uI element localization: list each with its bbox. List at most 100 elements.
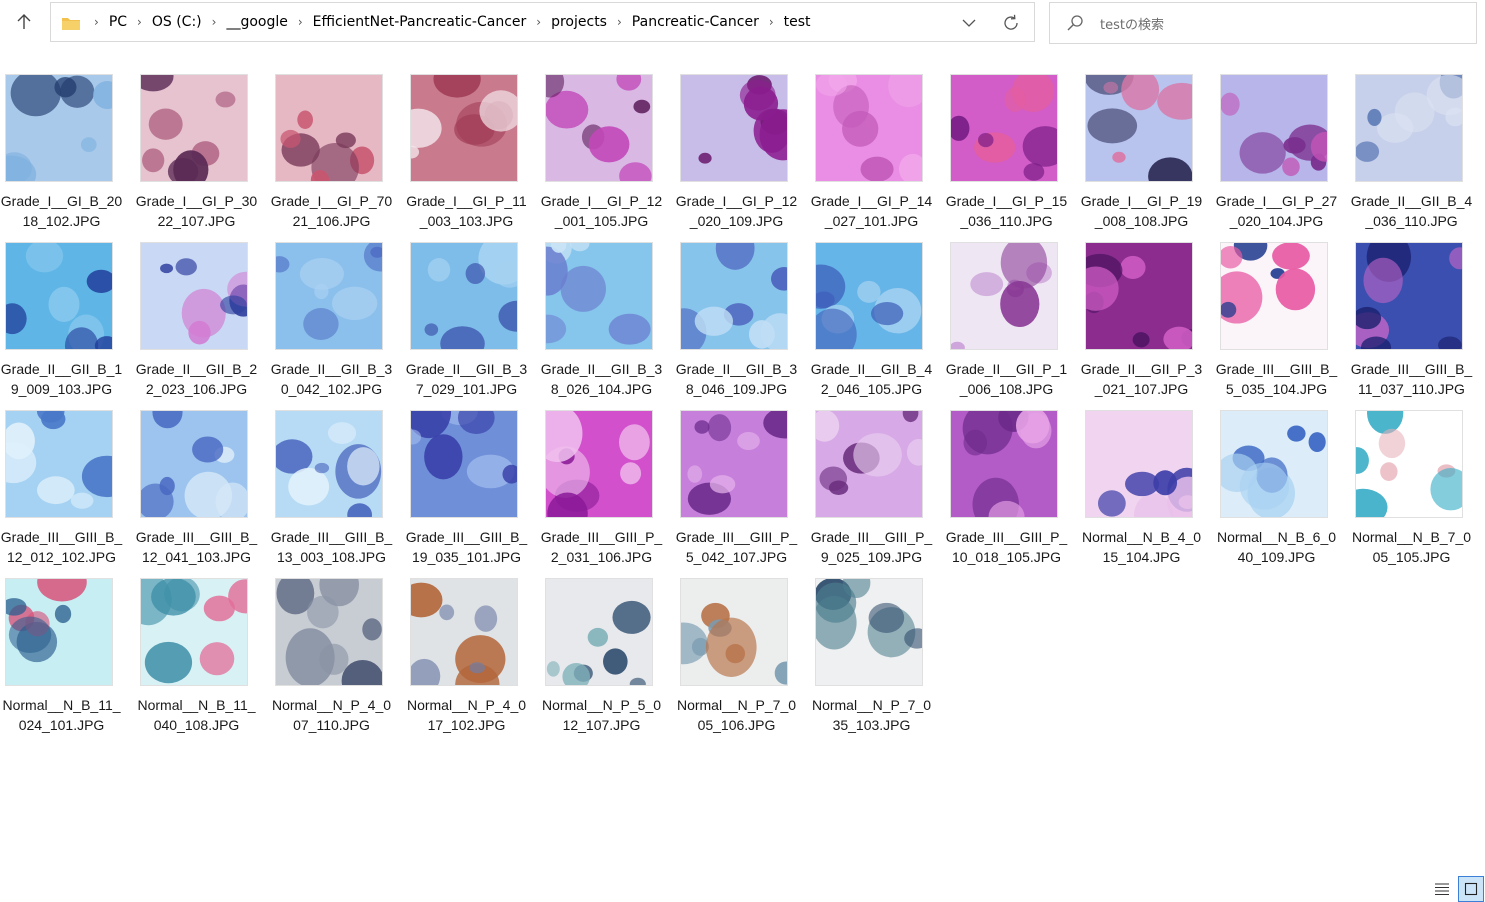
file-item[interactable]: Grade_III__GIII_B_5_035_104.JPG xyxy=(1215,236,1350,404)
file-item[interactable]: Grade_I__GI_P_12_020_109.JPG xyxy=(675,68,810,236)
file-item[interactable]: Grade_I__GI_P_11_003_103.JPG xyxy=(405,68,540,236)
breadcrumb-separator-icon[interactable]: › xyxy=(94,15,99,29)
refresh-button[interactable] xyxy=(1000,12,1022,34)
file-thumbnail xyxy=(275,242,383,350)
file-item[interactable]: Grade_II__GII_B_38_026_104.JPG xyxy=(540,236,675,404)
file-item[interactable]: Normal__N_P_4_007_110.JPG xyxy=(270,572,405,740)
file-item[interactable]: Normal__N_B_11_024_101.JPG xyxy=(0,572,135,740)
file-item[interactable]: Grade_III__GIII_B_13_003_108.JPG xyxy=(270,404,405,572)
file-item[interactable]: Normal__N_P_5_012_107.JPG xyxy=(540,572,675,740)
file-name: Grade_II__GII_B_4_036_110.JPG xyxy=(1350,193,1473,229)
file-name: Grade_I__GI_P_3022_107.JPG xyxy=(135,193,258,229)
breadcrumb-separator-icon[interactable]: › xyxy=(617,15,622,29)
file-item[interactable]: Grade_III__GIII_P_5_042_107.JPG xyxy=(675,404,810,572)
file-name: Grade_III__GIII_B_12_041_103.JPG xyxy=(135,529,258,565)
file-thumbnail xyxy=(410,410,518,518)
file-thumbnail xyxy=(1085,74,1193,182)
file-name: Grade_I__GI_P_15_036_110.JPG xyxy=(945,193,1068,229)
search-placeholder: testの検索 xyxy=(1100,17,1164,33)
large-icons-view-button[interactable] xyxy=(1458,876,1484,902)
breadcrumb-item[interactable]: PC xyxy=(107,14,129,30)
file-name: Normal__N_P_5_012_107.JPG xyxy=(541,697,662,733)
file-thumbnail xyxy=(1355,242,1463,350)
address-dropdown-button[interactable] xyxy=(960,14,978,32)
file-item[interactable]: Grade_I__GI_P_19_008_108.JPG xyxy=(1080,68,1215,236)
breadcrumb-separator-icon[interactable]: › xyxy=(769,15,774,29)
file-item[interactable]: Grade_III__GIII_B_12_041_103.JPG xyxy=(135,404,270,572)
file-name: Grade_III__GIII_B_11_037_110.JPG xyxy=(1350,361,1473,397)
file-item[interactable]: Normal__N_P_7_035_103.JPG xyxy=(810,572,945,740)
refresh-icon xyxy=(1004,14,1018,30)
address-bar[interactable]: › PC › OS (C:) › __google › EfficientNet-Pancre… xyxy=(50,2,1035,42)
file-item[interactable]: Grade_II__GII_P_3_021_107.JPG xyxy=(1080,236,1215,404)
file-thumbnail xyxy=(950,410,1058,518)
file-item[interactable]: Normal__N_B_7_005_105.JPG xyxy=(1350,404,1485,572)
file-item[interactable]: Grade_I__GI_P_7021_106.JPG xyxy=(270,68,405,236)
file-item[interactable]: Grade_I__GI_P_12_001_105.JPG xyxy=(540,68,675,236)
file-item[interactable]: Grade_I__GI_P_15_036_110.JPG xyxy=(945,68,1080,236)
file-item[interactable]: Grade_I__GI_P_14_027_101.JPG xyxy=(810,68,945,236)
file-item[interactable]: Grade_II__GII_B_37_029_101.JPG xyxy=(405,236,540,404)
breadcrumb-separator-icon[interactable]: › xyxy=(212,15,217,29)
file-thumbnail xyxy=(545,578,653,686)
file-name: Normal__N_B_11_040_108.JPG xyxy=(137,697,256,733)
breadcrumb-item[interactable]: EfficientNet-Pancreatic-Cancer xyxy=(311,14,529,30)
breadcrumb-separator-icon[interactable]: › xyxy=(536,15,541,29)
breadcrumb-item[interactable]: projects xyxy=(549,14,609,30)
file-name: Grade_II__GII_B_42_046_105.JPG xyxy=(810,361,933,397)
file-name: Grade_II__GII_B_38_046_109.JPG xyxy=(675,361,798,397)
file-thumbnail xyxy=(410,74,518,182)
file-name: Grade_III__GIII_B_5_035_104.JPG xyxy=(1215,361,1338,397)
file-thumbnail xyxy=(275,74,383,182)
file-name: Grade_II__GII_P_3_021_107.JPG xyxy=(1080,361,1203,397)
file-item[interactable]: Grade_II__GII_B_4_036_110.JPG xyxy=(1350,68,1485,236)
file-thumbnail xyxy=(950,242,1058,350)
file-item[interactable]: Grade_III__GIII_P_2_031_106.JPG xyxy=(540,404,675,572)
file-item[interactable]: Grade_II__GII_B_42_046_105.JPG xyxy=(810,236,945,404)
file-thumbnail xyxy=(680,242,788,350)
file-item[interactable]: Grade_III__GIII_B_11_037_110.JPG xyxy=(1350,236,1485,404)
breadcrumb-item[interactable]: Pancreatic-Cancer xyxy=(630,14,761,30)
file-item[interactable]: Grade_III__GIII_P_10_018_105.JPG xyxy=(945,404,1080,572)
file-item[interactable]: Normal__N_P_7_005_106.JPG xyxy=(675,572,810,740)
file-thumbnail xyxy=(1085,410,1193,518)
file-item[interactable]: Grade_II__GII_B_19_009_103.JPG xyxy=(0,236,135,404)
file-thumbnail xyxy=(140,242,248,350)
file-item[interactable]: Normal__N_P_4_017_102.JPG xyxy=(405,572,540,740)
file-item[interactable]: Grade_II__GII_P_1_006_108.JPG xyxy=(945,236,1080,404)
file-thumbnail xyxy=(140,410,248,518)
breadcrumb: › PC › OS (C:) › __google › EfficientNet-Pancre… xyxy=(86,14,813,30)
up-button[interactable] xyxy=(10,8,38,36)
breadcrumb-separator-icon[interactable]: › xyxy=(298,15,303,29)
file-name: Normal__N_P_7_005_106.JPG xyxy=(676,697,797,733)
file-item[interactable]: Normal__N_B_6_040_109.JPG xyxy=(1215,404,1350,572)
breadcrumb-item[interactable]: __google xyxy=(224,14,289,30)
file-item[interactable]: Grade_III__GIII_B_19_035_101.JPG xyxy=(405,404,540,572)
file-item[interactable]: Grade_I__GI_P_3022_107.JPG xyxy=(135,68,270,236)
details-view-button[interactable] xyxy=(1432,880,1452,898)
file-item[interactable]: Grade_I__GI_P_27_020_104.JPG xyxy=(1215,68,1350,236)
search-box[interactable]: testの検索 xyxy=(1049,2,1477,44)
breadcrumb-item[interactable]: test xyxy=(782,14,813,30)
breadcrumb-item[interactable]: OS (C:) xyxy=(150,14,204,30)
file-name: Normal__N_B_6_040_109.JPG xyxy=(1216,529,1337,565)
file-item[interactable]: Grade_II__GII_B_38_046_109.JPG xyxy=(675,236,810,404)
file-thumbnail xyxy=(5,410,113,518)
file-item[interactable]: Grade_II__GII_B_22_023_106.JPG xyxy=(135,236,270,404)
file-name: Grade_II__GII_B_22_023_106.JPG xyxy=(135,361,258,397)
file-thumbnail xyxy=(410,578,518,686)
file-name: Grade_III__GIII_B_12_012_102.JPG xyxy=(0,529,123,565)
file-name: Grade_I__GI_P_14_027_101.JPG xyxy=(810,193,933,229)
file-thumbnail xyxy=(680,410,788,518)
file-item[interactable]: Grade_II__GII_B_30_042_102.JPG xyxy=(270,236,405,404)
file-thumbnail xyxy=(275,578,383,686)
file-item[interactable]: Normal__N_B_4_015_104.JPG xyxy=(1080,404,1215,572)
file-name: Grade_I__GI_P_19_008_108.JPG xyxy=(1080,193,1203,229)
file-item[interactable]: Grade_III__GIII_B_12_012_102.JPG xyxy=(0,404,135,572)
arrow-up-icon xyxy=(17,14,31,29)
breadcrumb-separator-icon[interactable]: › xyxy=(137,15,142,29)
file-thumbnail xyxy=(140,578,248,686)
file-item[interactable]: Grade_I__GI_B_2018_102.JPG xyxy=(0,68,135,236)
file-item[interactable]: Grade_III__GIII_P_9_025_109.JPG xyxy=(810,404,945,572)
file-item[interactable]: Normal__N_B_11_040_108.JPG xyxy=(135,572,270,740)
